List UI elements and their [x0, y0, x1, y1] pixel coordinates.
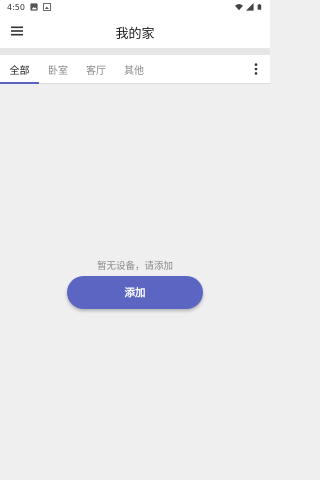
battery-icon: [257, 4, 262, 10]
menu-button[interactable]: [9, 23, 25, 39]
more-options-button[interactable]: [248, 61, 264, 77]
status-right: [235, 3, 263, 11]
photo-icon: [42, 3, 51, 11]
tab-other[interactable]: 其他: [115, 55, 153, 83]
tab-indicator: [0, 82, 39, 84]
signal-icon: [246, 3, 254, 11]
status-time: 4:50: [7, 2, 25, 12]
header-divider: [0, 48, 270, 55]
tab-label: 全部: [9, 65, 30, 77]
tab-all[interactable]: 全部: [0, 55, 39, 83]
empty-state-message: 暂无设备，请添加: [96, 261, 173, 272]
menu-icon: [11, 26, 23, 36]
tab-living-room[interactable]: 客厅: [77, 55, 115, 83]
tab-label: 其他: [124, 65, 144, 77]
wifi-icon: [235, 4, 243, 11]
tab-label: 客厅: [86, 65, 106, 77]
tab-label: 卧室: [48, 65, 68, 77]
add-device-button[interactable]: 添加: [67, 276, 203, 309]
more-vertical-icon: [254, 63, 258, 75]
tab-bar: 全部 卧室 客厅 其他: [0, 55, 270, 84]
status-bar: 4:50: [0, 0, 270, 14]
app-bar: 我的家: [0, 14, 270, 48]
status-left: 4:50: [7, 3, 51, 12]
tab-bedroom[interactable]: 卧室: [39, 55, 77, 83]
page-title: 我的家: [115, 27, 155, 42]
image-icon: [30, 3, 38, 11]
